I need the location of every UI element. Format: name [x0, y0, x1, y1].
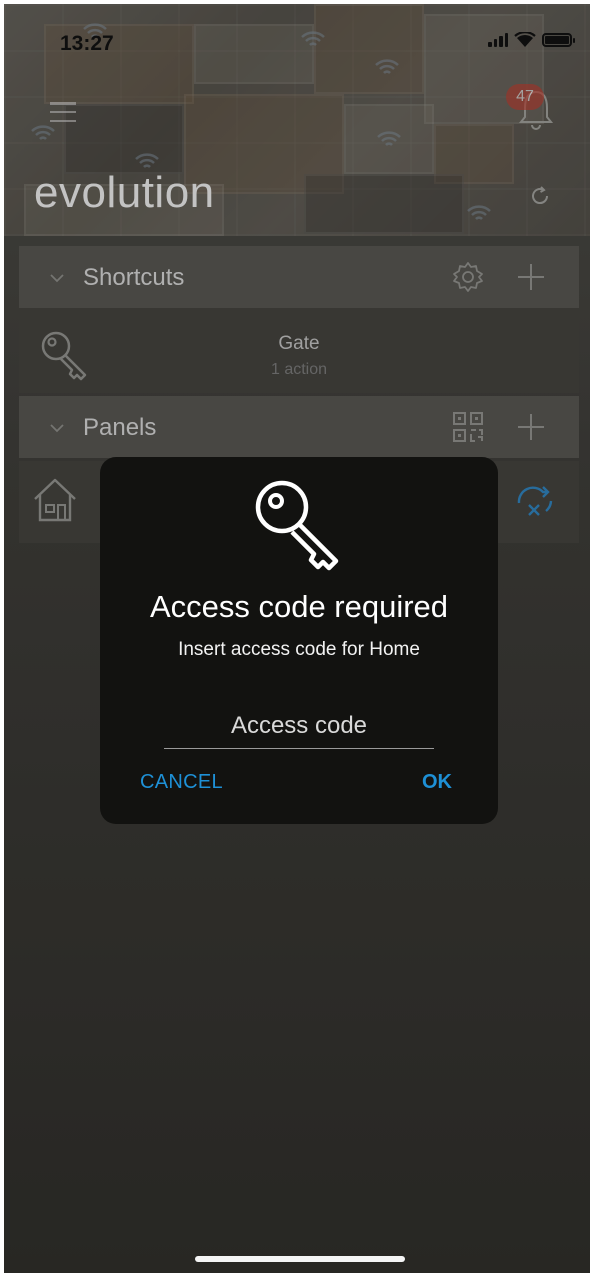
home-indicator[interactable] — [195, 1256, 405, 1262]
key-icon — [255, 480, 339, 571]
app-screen: 13:27 47 evolution Shortcuts Gate 1 acti… — [4, 4, 590, 1273]
ok-button[interactable]: OK — [422, 771, 452, 794]
access-code-dialog: Access code required Insert access code … — [100, 457, 498, 824]
access-code-input[interactable] — [164, 703, 434, 749]
dialog-title: Access code required — [149, 589, 449, 624]
dialog-message: Insert access code for Home — [178, 639, 420, 660]
cancel-button[interactable]: CANCEL — [140, 771, 223, 794]
